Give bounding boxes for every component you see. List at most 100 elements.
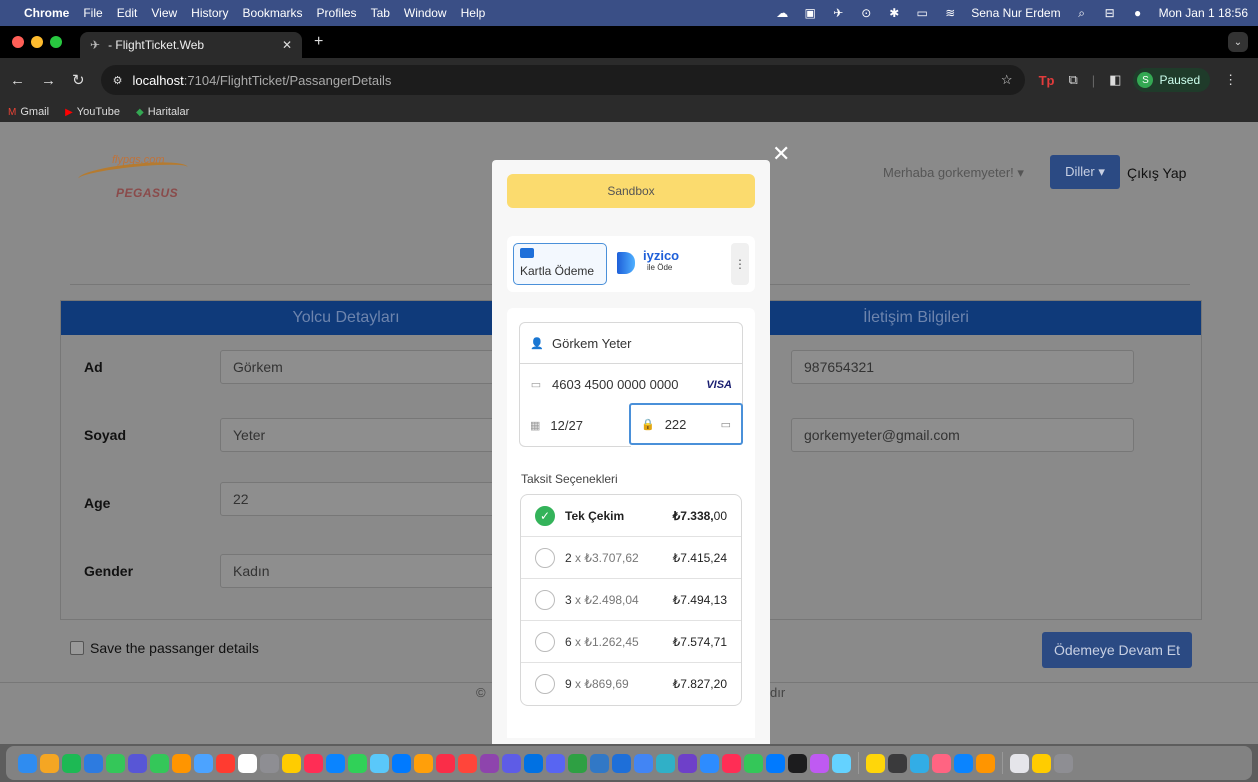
dock-app-icon[interactable] xyxy=(348,753,367,773)
cardholder-input[interactable]: 👤 Görkem Yeter xyxy=(519,322,743,364)
dock-app-icon[interactable] xyxy=(766,753,785,773)
close-window-button[interactable] xyxy=(12,36,24,48)
dock-app-icon[interactable] xyxy=(106,753,125,773)
side-panel-icon[interactable]: ◧ xyxy=(1109,72,1121,88)
dock-app-icon[interactable] xyxy=(976,753,995,773)
dock-app-icon[interactable] xyxy=(832,753,851,773)
site-info-icon[interactable]: ⚙ xyxy=(113,74,123,87)
dock-app-icon[interactable] xyxy=(744,753,763,773)
dock-app-icon[interactable] xyxy=(546,753,565,773)
browser-tab-active[interactable]: ✈ - FlightTicket.Web ✕ xyxy=(80,32,302,58)
dock-app-icon[interactable] xyxy=(888,753,907,773)
browser-menu-icon[interactable]: ⋮ xyxy=(1224,72,1237,88)
new-tab-button[interactable]: + xyxy=(314,33,323,51)
address-bar[interactable]: ⚙ localhost :7104/FlightTicket/Passanger… xyxy=(100,65,1025,95)
minimize-window-button[interactable] xyxy=(31,36,43,48)
dock-app-icon[interactable] xyxy=(370,753,389,773)
dock-app-icon[interactable] xyxy=(414,753,433,773)
installment-option-2[interactable]: 2 x ₺3.707,62 ₺7.415,24 xyxy=(521,537,741,579)
pay-with-card-tab[interactable]: Kartla Ödeme xyxy=(513,243,607,285)
dock-app-icon[interactable] xyxy=(216,753,235,773)
extensions-puzzle-icon[interactable]: ⧉ xyxy=(1068,72,1077,88)
save-passenger-checkbox-row[interactable]: Save the passanger details xyxy=(70,640,259,656)
menubar-user-name[interactable]: Sena Nur Erdem xyxy=(971,6,1060,20)
dock-app-icon[interactable] xyxy=(678,753,697,773)
dock-app-icon[interactable] xyxy=(62,753,81,773)
wifi-icon[interactable]: ≋ xyxy=(943,7,957,19)
reload-icon[interactable]: ↻ xyxy=(72,71,85,89)
dock-app-icon[interactable] xyxy=(634,753,653,773)
menu-help[interactable]: Help xyxy=(461,6,486,20)
pay-with-iyzico-tab[interactable]: iyzico ile Öde xyxy=(617,248,717,282)
check-circle-icon[interactable]: ✓ xyxy=(535,505,555,526)
card-number-input[interactable]: ▭ 4603 4500 0000 0000 VISA xyxy=(519,364,743,406)
dock-app-icon[interactable] xyxy=(150,753,169,773)
maximize-window-button[interactable] xyxy=(50,36,62,48)
menu-history[interactable]: History xyxy=(191,6,228,20)
dock-app-icon[interactable] xyxy=(656,753,675,773)
languages-dropdown-button[interactable]: Diller ▾ xyxy=(1050,155,1120,189)
more-methods-icon[interactable]: ⋮ xyxy=(731,243,749,285)
dock-app-icon[interactable] xyxy=(810,753,829,773)
pegasus-logo[interactable]: flypgs.com PEGASUS xyxy=(77,148,190,200)
dock-app-icon[interactable] xyxy=(40,753,59,773)
menu-file[interactable]: File xyxy=(83,6,102,20)
extension-tp-icon[interactable]: Tp xyxy=(1039,73,1055,88)
siri-icon[interactable]: ● xyxy=(1131,7,1145,19)
back-arrow-icon[interactable]: ← xyxy=(10,72,25,89)
dock-app-icon[interactable] xyxy=(1032,753,1051,773)
bookmark-star-icon[interactable]: ☆ xyxy=(1001,72,1013,88)
battery-icon[interactable]: ▭ xyxy=(915,7,929,19)
bookmark-gmail[interactable]: M Gmail xyxy=(8,106,49,118)
dock-app-icon[interactable] xyxy=(172,753,191,773)
plane-icon[interactable]: ✈ xyxy=(831,7,845,19)
dock-app-icon[interactable] xyxy=(722,753,741,773)
dock-app-icon[interactable] xyxy=(304,753,323,773)
installment-option-single[interactable]: ✓ Tek Çekim ₺7.338,00 xyxy=(521,495,741,537)
bookmark-maps[interactable]: ◆ Haritalar xyxy=(136,106,189,118)
first-name-input[interactable]: Görkem xyxy=(220,350,520,384)
dock-app-icon[interactable] xyxy=(788,753,807,773)
phone-input[interactable]: 987654321 xyxy=(791,350,1134,384)
play-icon[interactable]: ⊙ xyxy=(859,7,873,19)
dock-app-icon[interactable] xyxy=(436,753,455,773)
dock-app-icon[interactable] xyxy=(326,753,345,773)
dock-app-icon[interactable] xyxy=(458,753,477,773)
dock-app-icon[interactable] xyxy=(480,753,499,773)
forward-arrow-icon[interactable]: → xyxy=(41,72,56,89)
save-passenger-checkbox[interactable] xyxy=(70,641,84,655)
radio-circle-icon[interactable] xyxy=(535,631,555,652)
continue-to-payment-button[interactable]: Ödemeye Devam Et xyxy=(1042,632,1192,668)
dock-app-icon[interactable] xyxy=(238,753,257,773)
teams-icon[interactable]: ▣ xyxy=(803,7,817,19)
dock-app-icon[interactable] xyxy=(392,753,411,773)
dock-app-icon[interactable] xyxy=(954,753,973,773)
radio-circle-icon[interactable] xyxy=(535,547,555,568)
menu-tab[interactable]: Tab xyxy=(371,6,390,20)
dock-app-icon[interactable] xyxy=(910,753,929,773)
menu-profiles[interactable]: Profiles xyxy=(317,6,357,20)
email-input[interactable]: gorkemyeter@gmail.com xyxy=(791,418,1134,452)
last-name-input[interactable]: Yeter xyxy=(220,418,520,452)
close-tab-icon[interactable]: ✕ xyxy=(282,38,292,52)
bookmark-youtube[interactable]: ▶ YouTube xyxy=(65,106,120,118)
dock-app-icon[interactable] xyxy=(590,753,609,773)
menu-edit[interactable]: Edit xyxy=(117,6,138,20)
installment-option-3[interactable]: 3 x ₺2.498,04 ₺7.494,13 xyxy=(521,579,741,621)
dock-app-icon[interactable] xyxy=(524,753,543,773)
profile-button[interactable]: S Paused xyxy=(1133,68,1211,92)
age-input[interactable]: 22 xyxy=(220,482,520,516)
logout-link[interactable]: Çıkış Yap xyxy=(1127,165,1186,181)
dock-app-icon[interactable] xyxy=(700,753,719,773)
radio-circle-icon[interactable] xyxy=(535,589,555,610)
control-center-icon[interactable]: ⊟ xyxy=(1103,7,1117,19)
chevron-down-icon[interactable]: ⌄ xyxy=(1228,32,1248,52)
installment-option-6[interactable]: 6 x ₺1.262,45 ₺7.574,71 xyxy=(521,621,741,663)
dock-app-icon[interactable] xyxy=(260,753,279,773)
close-modal-icon[interactable]: ✕ xyxy=(772,141,790,167)
menu-view[interactable]: View xyxy=(151,6,177,20)
expiry-input[interactable]: ▦ 12/27 xyxy=(519,405,631,447)
dock-app-icon[interactable] xyxy=(128,753,147,773)
dock-app-icon[interactable] xyxy=(1010,753,1029,773)
menu-window[interactable]: Window xyxy=(404,6,447,20)
